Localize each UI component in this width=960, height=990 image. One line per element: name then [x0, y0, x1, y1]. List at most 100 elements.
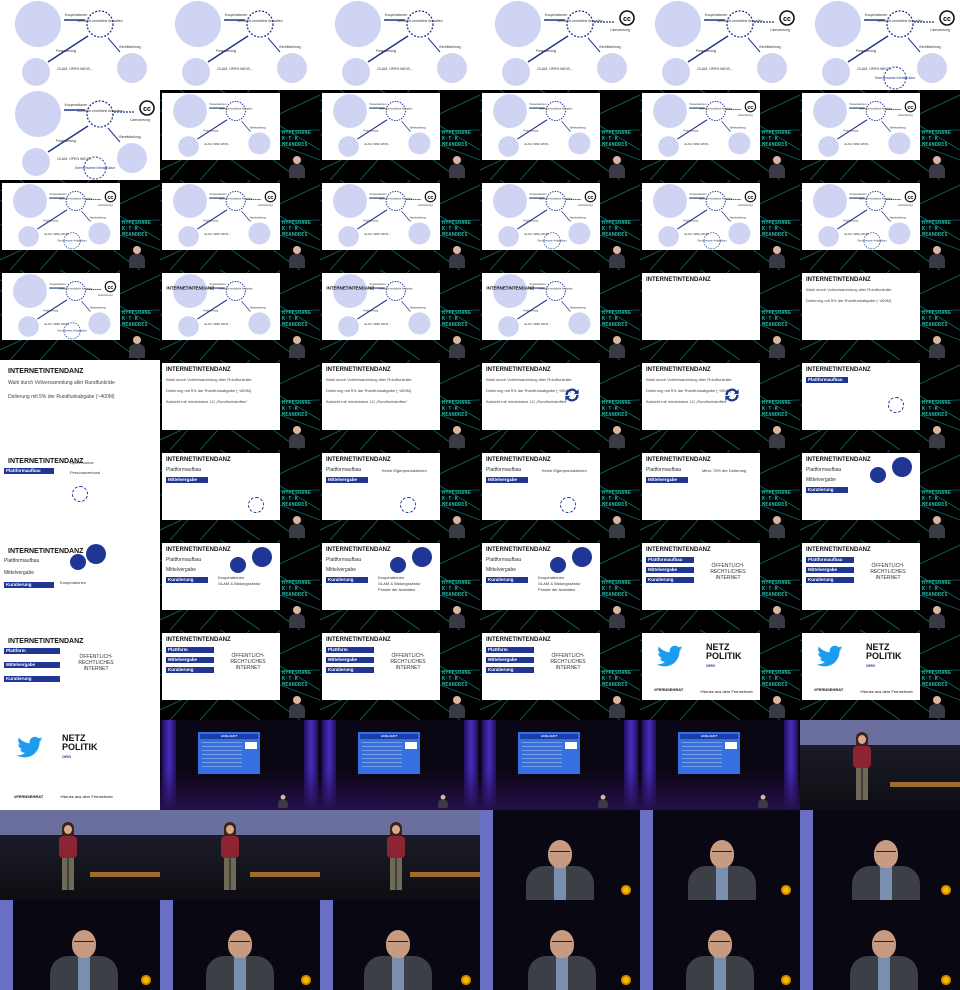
circle-bottom-left: [338, 226, 359, 247]
arrow-bereitstellung: [881, 211, 891, 222]
presentation-slide: INTERNETINTENDANZ Plattformaufbau Mittelve…: [322, 453, 440, 520]
speaker-body: [449, 524, 465, 538]
video-frame-thumbnail: INTERNETINTENDANZ Plattformaufbau Mittelve…: [800, 450, 960, 540]
video-frame-thumbnail: INTERNETINTENDANZ Wahl durch Vollversamml…: [320, 360, 480, 450]
speaker-figure: [288, 246, 306, 268]
label-lizenzierung: Lizenzierung: [258, 203, 273, 207]
video-frame-thumbnail: INTERNETINTENDANZ HYPESHANG K·T·K MEANDRES: [640, 270, 800, 360]
label-bottom: GLAM, OPEN WIKIS...: [57, 157, 93, 161]
label-finanzierung: Finanzierung: [56, 49, 76, 53]
label-oer: öffentlich-rechtliche Anstalten: [237, 19, 283, 23]
speaker-head: [773, 696, 781, 704]
speaker-figure: [852, 840, 920, 900]
video-frame-thumbnail: cc Kooperationen öffentlich-rechtliche Ans…: [320, 180, 480, 270]
presentation-slide: INTERNETINTENDANZ Plattformaufbau Mittelve…: [802, 453, 920, 520]
circle-oer-dashed: [566, 10, 594, 38]
flower-decoration: [940, 974, 952, 986]
brand-line: MEANDRES: [602, 502, 628, 508]
speaker-head: [293, 696, 301, 704]
circle-bottom-right: [568, 132, 591, 155]
label-oer: öffentlich-rechtliche Anstalten: [219, 287, 253, 291]
netzpolitik-logo-org: ORG: [62, 754, 72, 759]
conference-brand-logo: HYPESHANG K·T·K MEANDRES: [282, 400, 318, 418]
filled-circle-icon: [390, 557, 406, 573]
circle-big-left: [493, 274, 527, 308]
video-frame-thumbnail: cc Kooperationen öffentlich-rechtliche Ans…: [640, 90, 800, 180]
speaker-body: [769, 434, 785, 448]
slide-title: INTERNETINTENDANZ: [326, 637, 391, 643]
conference-brand-logo: HYPESHANG K·T·K MEANDRES: [762, 310, 798, 328]
label-bereitstellung: Bereitstellung: [570, 126, 586, 130]
label-bottom: GLAM, OPEN WIKIS...: [204, 232, 230, 236]
speaker-body: [769, 704, 785, 718]
circle-oer-dashed: [385, 280, 406, 302]
speaker-head: [293, 336, 301, 344]
label-bottom: GLAM, OPEN WIKIS...: [44, 322, 70, 326]
slide-title: INTERNETINTENDANZ: [486, 457, 551, 463]
speaker-figure: [448, 246, 466, 268]
glam-note: GLAM & Bildungssektor: [378, 581, 421, 586]
speaker-figure: [850, 732, 874, 802]
mittelvergabe-text: Mittelvergabe: [4, 570, 35, 576]
ecosystem-diagram: ccGemeinsame InfrastrukturKooperationenö…: [653, 184, 757, 250]
label-bottom: GLAM, OPEN WIKIS...: [697, 67, 733, 71]
speaker-face: [226, 825, 234, 834]
label-bereitstellung: Bereitstellung: [439, 45, 460, 49]
label-oer: öffentlich-rechtliche Anstalten: [397, 19, 443, 23]
speaker-head: [293, 156, 301, 164]
conference-brand-logo: HYPESHANG K·T·K MEANDRES: [762, 130, 798, 148]
arrow-bereitstellung: [907, 37, 921, 53]
slide-title: INTERNETINTENDANZ: [646, 277, 711, 283]
mittelvergabe-bar: Mittelvergabe: [646, 477, 688, 483]
label-bottom: GLAM, OPEN WIKIS...: [537, 67, 573, 71]
speaker-figure: [50, 930, 118, 990]
video-frame-thumbnail: INTERNETINTENDANZ Plattformaufbau Mittelve…: [640, 540, 800, 630]
label-oer: öffentlich-rechtliche Anstalten: [77, 19, 123, 23]
video-frame-thumbnail: INTERNETINTENDANZ Plattformaufbau Mittelve…: [640, 450, 800, 540]
ecosystem-diagram: ccGemeinsame InfrastrukturKooperationenö…: [15, 91, 155, 180]
cc-icon-label: cc: [108, 195, 114, 201]
dashed-circle-icon: [560, 497, 576, 513]
presentation-slide: INTERNETINTENDANZ Plattformaufbau Mittelve…: [482, 453, 600, 520]
label-oer: öffentlich-rechtliche Anstalten: [699, 197, 733, 201]
plattformaufbau-text: Plattformaufbau: [166, 557, 202, 563]
kooperationen-note: Kooperationen: [378, 575, 405, 580]
video-frame-thumbnail: AUSLAUFT: [640, 720, 800, 810]
presentation-slide: INTERNETINTENDANZ Wahl durch Vollversamml…: [482, 363, 600, 430]
circle-big-left: [173, 94, 207, 128]
commons-label: Gemeinsame Infrastruktur: [857, 239, 887, 243]
aufsicht-line: Aufsicht mit mindestens 1G „Rundfunkstof…: [166, 399, 248, 404]
first-bar: Plattform: [166, 647, 214, 653]
flower-decoration: [300, 974, 312, 986]
circle-bottom-left: [822, 58, 850, 86]
conference-brand-logo: HYPESHANG K·T·K MEANDRES: [922, 220, 958, 238]
circle-bottom-right: [117, 53, 147, 83]
ecosystem-diagram: ccGemeinsame InfrastrukturKooperationenö…: [13, 274, 117, 340]
conference-brand-logo: HYPESHANG K·T·K MEANDRES: [442, 130, 478, 148]
circle-bottom-right: [728, 222, 751, 245]
speaker-head: [613, 336, 621, 344]
conference-brand-logo: HYPESHANG K·T·K MEANDRES: [922, 130, 958, 148]
speaker-shirt: [554, 866, 566, 900]
oer-internet-label: ÖFFENTLICH- RECHTLICHES INTERNET: [390, 653, 426, 671]
circle-oer-dashed: [865, 100, 886, 122]
dashed-circle-icon: [888, 397, 904, 413]
video-frame-thumbnail: cc Gemeinsame Infrastruktur Kooperationen ö…: [800, 0, 960, 90]
label-oer: öffentlich-rechtliche Anstalten: [219, 197, 253, 201]
twitter-bird-icon: [816, 645, 843, 667]
aufsicht-line: Aufsicht mit mindestens 1G „Rundfunkstof…: [326, 399, 408, 404]
wahl-line: Wahl durch Vollversammlung aller Rundfun…: [646, 377, 732, 382]
slide-title: INTERNETINTENDANZ: [326, 367, 391, 373]
circle-bottom-right: [597, 53, 627, 83]
cc-icon-label: cc: [783, 16, 791, 23]
speaker-body: [929, 614, 945, 628]
label-finanzierung: Finanzierung: [856, 49, 876, 53]
label-lizenzierung: Lizenzierung: [578, 203, 593, 207]
label-finanzierung: Finanzierung: [843, 129, 858, 133]
conference-brand-logo: HYPESHANG K·T·K MEANDRES: [602, 490, 638, 508]
stage-table: [250, 872, 320, 877]
mittelvergabe-text: Mittelvergabe: [326, 567, 357, 573]
arrow-bereitstellung: [267, 37, 281, 53]
video-frame-thumbnail: INTERNETINTENDANZ Plattformaufbau HYPESHAN…: [800, 360, 960, 450]
circle-big-left: [333, 184, 367, 218]
